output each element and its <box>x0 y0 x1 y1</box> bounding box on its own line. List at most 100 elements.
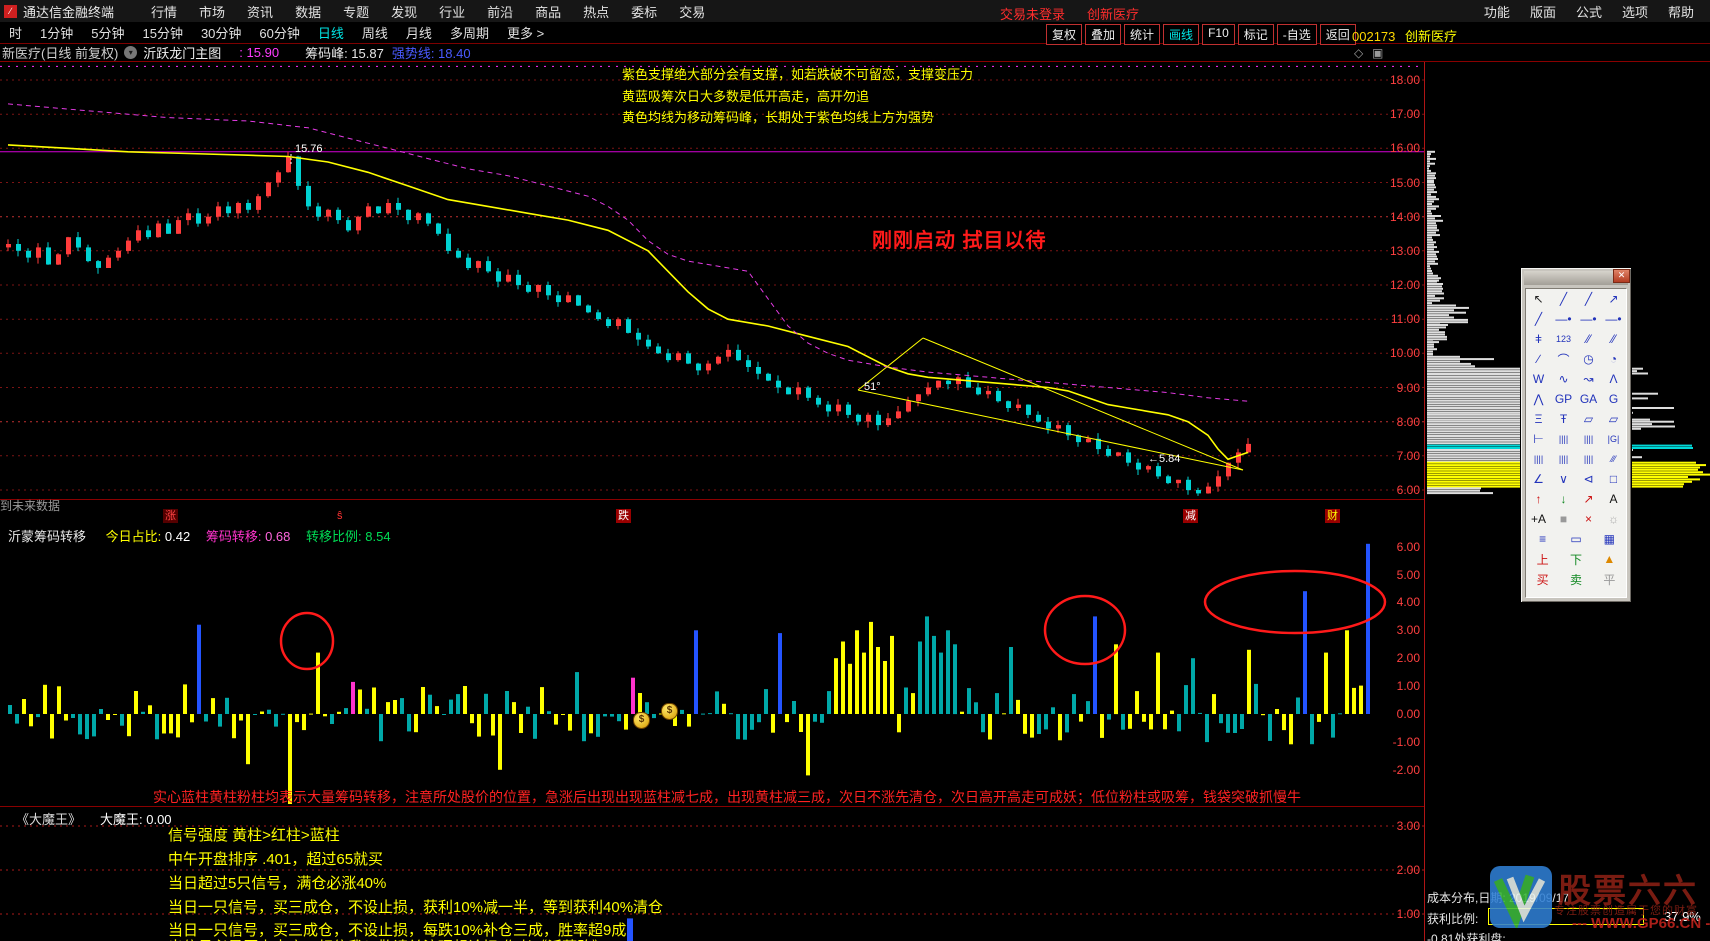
mark-buy-icon[interactable]: 买 <box>1526 569 1559 589</box>
toolbar-button-F10[interactable]: F10 <box>1202 24 1235 45</box>
slant-fan-icon[interactable]: ⁄⁄⁄ <box>1601 449 1626 469</box>
parallel-lines-icon[interactable]: ⁄⁄ <box>1576 329 1601 349</box>
menu-item-行情[interactable]: 行情 <box>151 2 177 21</box>
gp-lines-icon[interactable]: GP <box>1551 389 1576 409</box>
measure-123-icon[interactable]: 123 <box>1551 329 1576 349</box>
close-icon[interactable]: ✕ <box>1613 269 1630 283</box>
g-line-icon[interactable]: G <box>1601 389 1626 409</box>
lamp-icon[interactable]: ☼ <box>1601 509 1626 529</box>
panel2-title[interactable]: 沂蒙筹码转移 <box>8 529 86 544</box>
segment-icon[interactable]: ╱ <box>1576 289 1601 309</box>
grid-bars-2-icon[interactable]: |||| <box>1576 429 1601 449</box>
mini-chart-icon[interactable]: ▦ <box>1593 529 1626 549</box>
menu-item-帮助[interactable]: 帮助 <box>1668 2 1694 21</box>
corner-fan-icon[interactable]: ∠ <box>1526 469 1551 489</box>
price-segment-3-icon[interactable]: —• <box>1601 309 1626 329</box>
indicator-name[interactable]: 沂跃龙门主图 <box>143 43 221 62</box>
period-15分钟[interactable]: 15分钟 <box>142 23 182 42</box>
dense-bars-icon[interactable]: |||| <box>1526 449 1551 469</box>
pointer-icon[interactable]: ↖ <box>1526 289 1551 309</box>
toolbar-button--自选[interactable]: -自选 <box>1277 24 1317 45</box>
parallel-channel-icon[interactable]: ⁄⁄ <box>1601 329 1626 349</box>
ga-lines-icon[interactable]: GA <box>1576 389 1601 409</box>
dense-bars-2-icon[interactable]: |||| <box>1551 449 1576 469</box>
period-周线[interactable]: 周线 <box>362 23 388 42</box>
menu-item-公式[interactable]: 公式 <box>1576 2 1602 21</box>
period-30分钟[interactable]: 30分钟 <box>201 23 241 42</box>
menu-item-商品[interactable]: 商品 <box>535 2 561 21</box>
channel-icon[interactable]: ▱ <box>1576 409 1601 429</box>
diamond-icon[interactable]: ◇ <box>1354 46 1363 60</box>
price-segment-icon[interactable]: —• <box>1551 309 1576 329</box>
text-a-icon[interactable]: A <box>1601 489 1626 509</box>
peaks-icon[interactable]: ⋀ <box>1526 389 1551 409</box>
price-segment-2-icon[interactable]: —• <box>1576 309 1601 329</box>
menu-item-数据[interactable]: 数据 <box>295 2 321 21</box>
trend-line-icon[interactable]: ╱ <box>1551 289 1576 309</box>
toolbar-button-统计[interactable]: 统计 <box>1124 24 1160 45</box>
channel-2-icon[interactable]: ▱ <box>1601 409 1626 429</box>
indicator-switch-icon[interactable]: ▾ <box>124 46 137 59</box>
menu-item-热点[interactable]: 热点 <box>583 2 609 21</box>
period-多周期[interactable]: 多周期 <box>450 23 489 42</box>
wave-v-icon[interactable]: Λ <box>1601 369 1626 389</box>
mark-shang-icon[interactable]: 上 <box>1526 549 1559 569</box>
circle-icon[interactable]: ◷ <box>1576 349 1601 369</box>
zigzag-icon[interactable]: ↝ <box>1576 369 1601 389</box>
list-icon[interactable]: ≡ <box>1526 529 1559 549</box>
mark-down-arrow-icon[interactable]: ↓ <box>1551 489 1576 509</box>
percent-lines-icon[interactable]: Ξ <box>1526 409 1551 429</box>
mark-up-arrow-icon[interactable]: ↑ <box>1526 489 1551 509</box>
mark-flat-icon[interactable]: 平 <box>1593 569 1626 589</box>
arrow-line-icon[interactable]: ↗ <box>1601 289 1626 309</box>
pie-icon[interactable]: ◔ <box>1601 349 1626 369</box>
menu-item-专题[interactable]: 专题 <box>343 2 369 21</box>
text-add-icon[interactable]: +A <box>1526 509 1551 529</box>
menu-item-功能[interactable]: 功能 <box>1484 2 1510 21</box>
ray-icon[interactable]: ╱ <box>1526 309 1551 329</box>
period-60分钟[interactable]: 60分钟 <box>259 23 299 42</box>
two-point-segment-icon[interactable]: ∕ <box>1526 349 1551 369</box>
menu-item-行业[interactable]: 行业 <box>439 2 465 21</box>
golden-section-icon[interactable]: |G| <box>1601 429 1626 449</box>
period-5分钟[interactable]: 5分钟 <box>91 23 124 42</box>
wave-w-icon[interactable]: W <box>1526 369 1551 389</box>
dense-bars-3-icon[interactable]: |||| <box>1576 449 1601 469</box>
flag-icon[interactable]: ⊲ <box>1576 469 1601 489</box>
menu-item-选项[interactable]: 选项 <box>1622 2 1648 21</box>
mark-sell-icon[interactable]: 卖 <box>1559 569 1592 589</box>
period-时[interactable]: 时 <box>9 23 22 42</box>
menu-item-交易[interactable]: 交易 <box>679 2 705 21</box>
mark-xia-icon[interactable]: 下 <box>1559 549 1592 569</box>
panel3-title[interactable]: 《大魔王》 <box>16 809 81 828</box>
toolbar-button-复权[interactable]: 复权 <box>1046 24 1082 45</box>
ruler-icon[interactable]: ▭ <box>1559 529 1592 549</box>
filled-rect-icon[interactable]: ■ <box>1551 509 1576 529</box>
menu-item-发现[interactable]: 发现 <box>391 2 417 21</box>
rectangle-icon[interactable]: □ <box>1601 469 1626 489</box>
toolbar-button-标记[interactable]: 标记 <box>1238 24 1274 45</box>
period-日线[interactable]: 日线 <box>318 23 344 42</box>
period-更多 >[interactable]: 更多 > <box>507 23 544 42</box>
menu-item-资讯[interactable]: 资讯 <box>247 2 273 21</box>
delete-x-icon[interactable]: × <box>1576 509 1601 529</box>
grid-bars-icon[interactable]: |||| <box>1551 429 1576 449</box>
arrow-down-v-icon[interactable]: ∨ <box>1551 469 1576 489</box>
menu-item-前沿[interactable]: 前沿 <box>487 2 513 21</box>
menu-item-委标[interactable]: 委标 <box>631 2 657 21</box>
arc-icon[interactable]: ⌒ <box>1551 349 1576 369</box>
period-月线[interactable]: 月线 <box>406 23 432 42</box>
toolbar-button-叠加[interactable]: 叠加 <box>1085 24 1121 45</box>
panel-icon[interactable]: ▣ <box>1372 46 1383 60</box>
mark-arrow-stack-icon[interactable]: ▲ <box>1593 549 1626 569</box>
menu-item-市场[interactable]: 市场 <box>199 2 225 21</box>
hot-stock-link[interactable]: 创新医疗 <box>1087 7 1139 22</box>
mark-arrow-line-icon[interactable]: ↗ <box>1576 489 1601 509</box>
period-1分钟[interactable]: 1分钟 <box>40 23 73 42</box>
wave-icon[interactable]: ∿ <box>1551 369 1576 389</box>
h-segment-icon[interactable]: ⊢ <box>1526 429 1551 449</box>
toolbar-button-返回[interactable]: 返回 <box>1320 24 1356 45</box>
trade-login-status[interactable]: 交易未登录 <box>1000 7 1065 22</box>
menu-item-版面[interactable]: 版面 <box>1530 2 1556 21</box>
toolbar-button-画线[interactable]: 画线 <box>1163 24 1199 45</box>
